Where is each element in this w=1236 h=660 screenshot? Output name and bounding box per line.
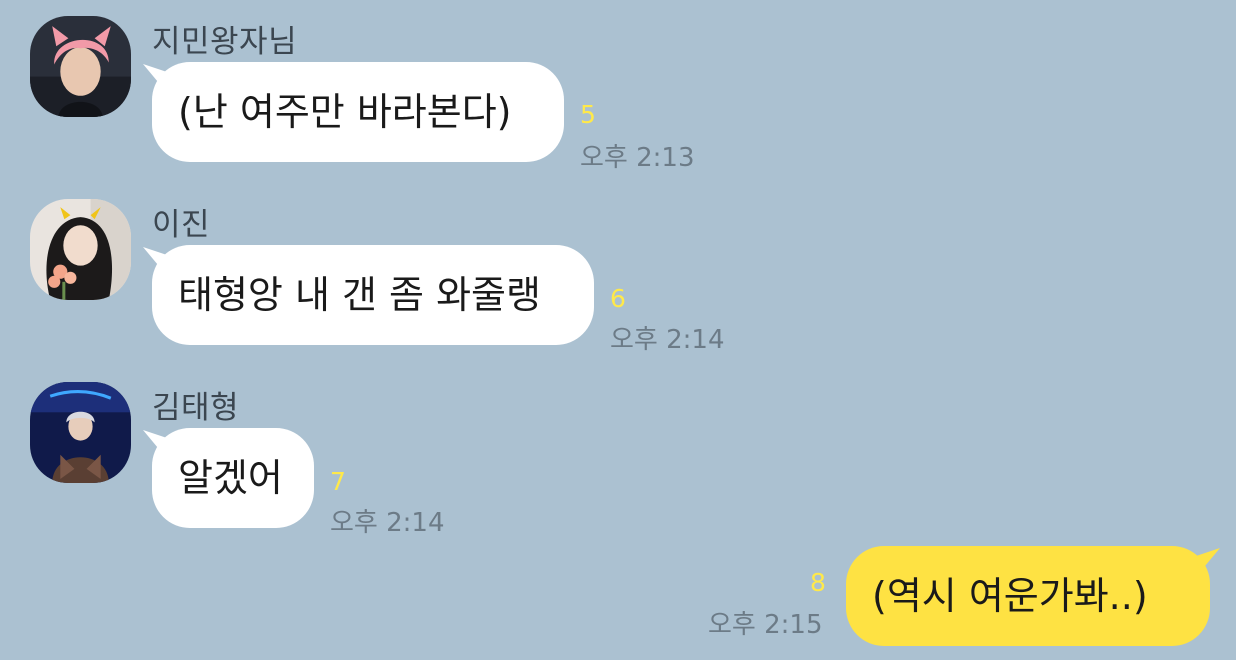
unread-count: 7: [330, 467, 346, 496]
chat-message-list[interactable]: 지민왕자님 (난 여주만 바라본다) 5 오후 2:13 이진 태형앙 내 갠 …: [0, 0, 1236, 660]
sender-name: 지민왕자님: [152, 24, 298, 60]
message-time: 오후 2:14: [610, 325, 725, 355]
my-message-bubble[interactable]: (역시 여운가봐..): [846, 546, 1210, 646]
avatar-pink-hair-icon: [30, 16, 131, 117]
unread-count: 6: [610, 284, 626, 313]
bubble-tail: [1196, 548, 1220, 572]
message-time: 오후 2:14: [330, 508, 445, 538]
message-bubble[interactable]: 태형앙 내 갠 좀 와줄랭: [152, 245, 594, 345]
sender-name: 이진: [152, 207, 211, 243]
message-time: 오후 2:15: [708, 610, 823, 640]
unread-count: 8: [810, 568, 826, 597]
message-bubble[interactable]: 알겠어: [152, 428, 314, 528]
sender-avatar[interactable]: [30, 382, 131, 483]
avatar-stage-photo-icon: [30, 382, 131, 483]
sender-avatar[interactable]: [30, 199, 131, 300]
sender-avatar[interactable]: [30, 16, 131, 117]
message-time: 오후 2:13: [580, 143, 695, 173]
sender-name: 김태형: [152, 390, 240, 426]
avatar-girl-with-flowers-icon: [30, 199, 131, 300]
message-bubble[interactable]: (난 여주만 바라본다): [152, 62, 564, 162]
unread-count: 5: [580, 100, 596, 129]
